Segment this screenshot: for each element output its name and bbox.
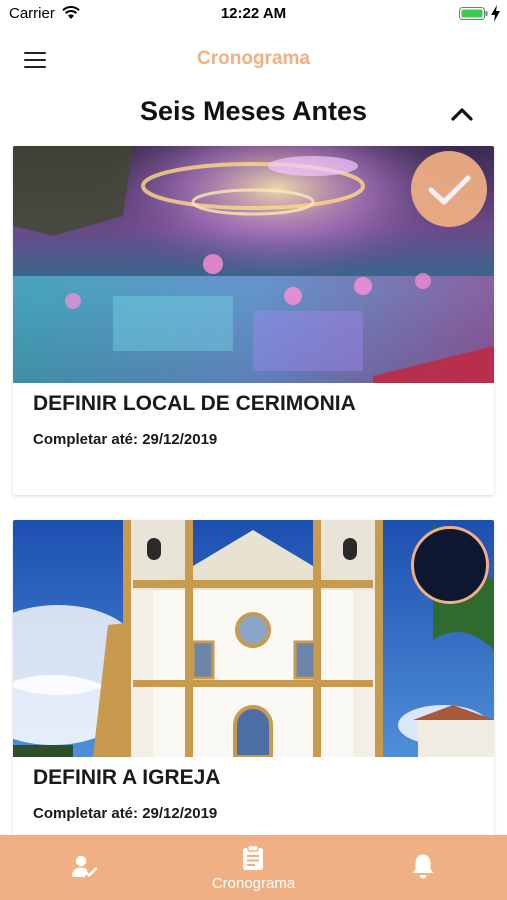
user-check-icon [72,855,98,877]
card-title: DEFINIR A IGREJA [33,766,221,789]
tab-notifications[interactable] [338,835,507,900]
status-bar: Carrier 12:22 AM [0,0,507,28]
tab-label: Cronograma [211,875,296,892]
section-header[interactable]: Seis Meses Antes [0,90,507,138]
page-title: Cronograma [197,48,310,69]
card-title: DEFINIR LOCAL DE CERIMONIA [33,392,356,415]
pending-status-button[interactable] [411,526,489,604]
bell-icon [412,854,434,879]
clock-time: 12:22 AM [220,5,287,22]
completed-check-button[interactable] [411,151,487,227]
task-card-church[interactable]: DEFINIR A IGREJA Completar até: 29/12/20… [13,520,494,840]
section-title: Seis Meses Antes [139,96,368,126]
bottom-tab-bar: Cronograma [0,835,507,900]
checkmark-icon [428,175,471,205]
tab-cronograma[interactable]: Cronograma [169,835,338,900]
task-card-venue[interactable]: DEFINIR LOCAL DE CERIMONIA Completar até… [13,146,494,495]
tab-profile[interactable] [0,835,169,900]
charging-bolt-icon [491,5,500,22]
chevron-up-icon[interactable] [450,106,474,122]
clipboard-icon [243,845,263,870]
battery-icon [459,7,488,20]
card-due-date: Completar até: 29/12/2019 [33,805,218,822]
app-header: Cronograma [0,28,507,90]
card-due-date: Completar até: 29/12/2019 [33,431,218,448]
